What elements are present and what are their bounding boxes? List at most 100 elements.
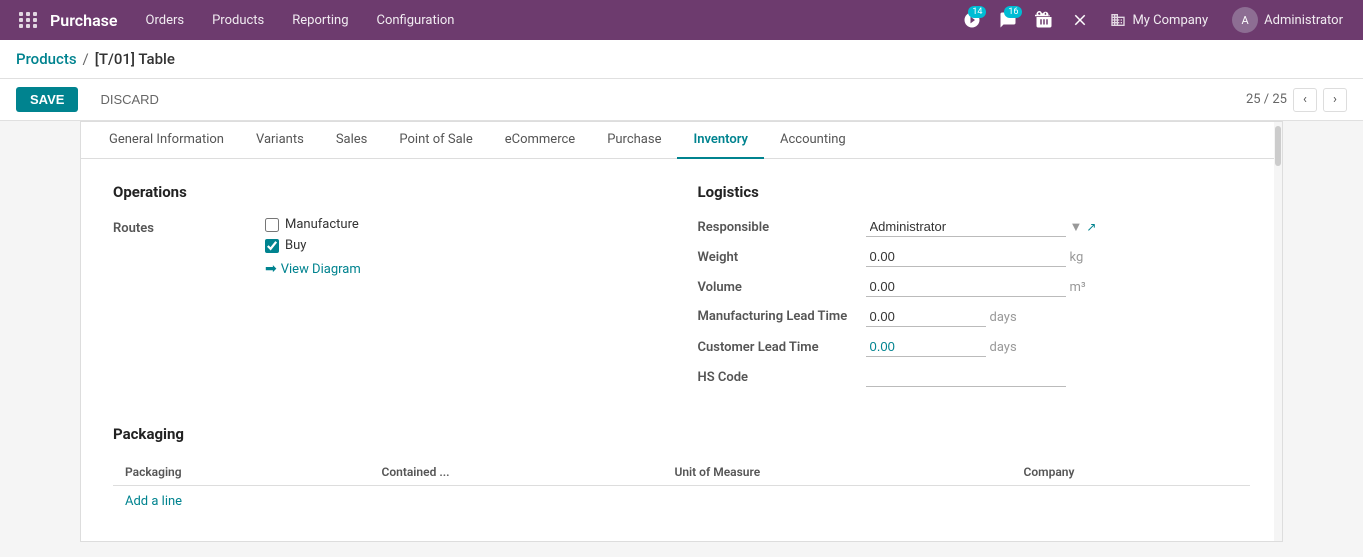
weight-input-wrap: kg	[866, 247, 1251, 267]
avatar: A	[1232, 7, 1258, 33]
form-body: Operations Routes Manufacture Buy	[81, 159, 1282, 541]
content-card: General Information Variants Sales Point…	[80, 121, 1283, 542]
responsible-input[interactable]	[866, 217, 1066, 237]
add-line-link[interactable]: Add a line	[113, 486, 194, 517]
volume-input-wrap: m³	[866, 277, 1251, 297]
close-button[interactable]	[1064, 4, 1096, 36]
app-name: Purchase	[46, 11, 132, 30]
activity-badge: 14	[968, 6, 986, 18]
action-bar: SAVE DISCARD 25 / 25 ‹ ›	[0, 79, 1363, 121]
packaging-table: Packaging Contained ... Unit of Measure …	[113, 459, 1250, 486]
breadcrumb-parent[interactable]: Products	[16, 50, 77, 68]
breadcrumb-separator: /	[83, 50, 89, 68]
customer-lead-row: Customer Lead Time days	[698, 337, 1251, 357]
logistics-section: Logistics Responsible ▼ ↗ Weight	[698, 183, 1251, 397]
packaging-title: Packaging	[113, 425, 1250, 443]
company-name: My Company	[1132, 13, 1208, 28]
user-name: Administrator	[1264, 13, 1343, 28]
scrollbar[interactable]	[1274, 122, 1282, 541]
customer-lead-input[interactable]	[866, 337, 986, 357]
top-nav: Orders Products Reporting Configuration	[132, 0, 957, 40]
col-company: Company	[1012, 459, 1250, 486]
tab-purchase[interactable]: Purchase	[591, 122, 677, 159]
routes-field-row: Routes Manufacture Buy ➡	[113, 217, 666, 277]
manufacture-label: Manufacture	[285, 217, 359, 232]
topbar-right: 14 16 My Company A Administrator	[956, 4, 1353, 36]
hs-code-input[interactable]	[866, 367, 1066, 387]
mfg-lead-row: Manufacturing Lead Time days	[698, 307, 1251, 327]
hs-code-label: HS Code	[698, 370, 858, 385]
mfg-lead-input[interactable]	[866, 307, 986, 327]
main-content: General Information Variants Sales Point…	[0, 121, 1363, 542]
buy-checkbox-row: Buy	[265, 238, 666, 253]
packaging-section: Packaging Packaging Contained ... Unit o…	[113, 425, 1250, 517]
hs-code-input-wrap	[866, 367, 1251, 387]
discard-button[interactable]: DISCARD	[86, 87, 173, 112]
manufacture-checkbox-row: Manufacture	[265, 217, 666, 232]
company-selector[interactable]: My Company	[1100, 12, 1218, 28]
nav-configuration[interactable]: Configuration	[363, 0, 469, 40]
hs-code-row: HS Code	[698, 367, 1251, 387]
weight-label: Weight	[698, 250, 858, 265]
tab-variants[interactable]: Variants	[240, 122, 320, 159]
responsible-input-wrap: ▼ ↗	[866, 217, 1251, 237]
tab-inventory[interactable]: Inventory	[677, 122, 764, 159]
weight-input[interactable]	[866, 247, 1066, 267]
view-diagram-label: View Diagram	[281, 262, 361, 277]
tab-ecommerce[interactable]: eCommerce	[489, 122, 591, 159]
breadcrumb-current: [T/01] Table	[95, 50, 175, 68]
pager-text: 25 / 25	[1246, 92, 1287, 107]
arrow-icon: ➡	[265, 261, 277, 277]
customer-lead-unit: days	[990, 340, 1017, 355]
tabs: General Information Variants Sales Point…	[81, 122, 1282, 159]
gift-button[interactable]	[1028, 4, 1060, 36]
view-diagram-link[interactable]: ➡ View Diagram	[265, 261, 666, 277]
col-contained: Contained ...	[369, 459, 662, 486]
nav-orders[interactable]: Orders	[132, 0, 199, 40]
operations-section: Operations Routes Manufacture Buy	[113, 183, 666, 397]
col-uom: Unit of Measure	[662, 459, 1011, 486]
responsible-row: Responsible ▼ ↗	[698, 217, 1251, 237]
messages-badge: 16	[1004, 6, 1022, 18]
responsible-external-link-icon[interactable]: ↗	[1086, 220, 1096, 234]
tab-point-of-sale[interactable]: Point of Sale	[383, 122, 488, 159]
mfg-lead-label: Manufacturing Lead Time	[698, 309, 858, 326]
customer-lead-label: Customer Lead Time	[698, 340, 858, 355]
two-col-layout: Operations Routes Manufacture Buy	[113, 183, 1250, 397]
tab-sales[interactable]: Sales	[320, 122, 384, 159]
operations-title: Operations	[113, 183, 666, 201]
grid-icon	[19, 12, 38, 28]
breadcrumb-bar: Products / [T/01] Table	[0, 40, 1363, 79]
pager-next[interactable]: ›	[1323, 88, 1347, 112]
buy-label: Buy	[285, 238, 306, 253]
volume-label: Volume	[698, 280, 858, 295]
col-packaging: Packaging	[113, 459, 369, 486]
user-menu[interactable]: A Administrator	[1222, 7, 1353, 33]
manufacture-checkbox[interactable]	[265, 218, 279, 232]
weight-row: Weight kg	[698, 247, 1251, 267]
responsible-label: Responsible	[698, 220, 858, 235]
save-button[interactable]: SAVE	[16, 87, 78, 112]
pager: 25 / 25 ‹ ›	[1246, 88, 1347, 112]
tab-general-information[interactable]: General Information	[93, 122, 240, 159]
buy-checkbox[interactable]	[265, 239, 279, 253]
nav-products[interactable]: Products	[198, 0, 278, 40]
volume-unit: m³	[1070, 280, 1086, 295]
pager-prev[interactable]: ‹	[1293, 88, 1317, 112]
topbar: Purchase Orders Products Reporting Confi…	[0, 0, 1363, 40]
weight-unit: kg	[1070, 250, 1084, 265]
volume-row: Volume m³	[698, 277, 1251, 297]
activity-button[interactable]: 14	[956, 4, 988, 36]
messages-button[interactable]: 16	[992, 4, 1024, 36]
logistics-title: Logistics	[698, 183, 1251, 201]
mfg-lead-unit: days	[990, 310, 1017, 325]
routes-value: Manufacture Buy ➡ View Diagram	[265, 217, 666, 277]
nav-reporting[interactable]: Reporting	[278, 0, 362, 40]
apps-menu-button[interactable]	[10, 2, 46, 38]
customer-lead-input-wrap: days	[866, 337, 1251, 357]
mfg-lead-input-wrap: days	[866, 307, 1251, 327]
volume-input[interactable]	[866, 277, 1066, 297]
routes-label: Routes	[113, 217, 253, 236]
responsible-dropdown-icon: ▼	[1070, 219, 1083, 235]
tab-accounting[interactable]: Accounting	[764, 122, 862, 159]
